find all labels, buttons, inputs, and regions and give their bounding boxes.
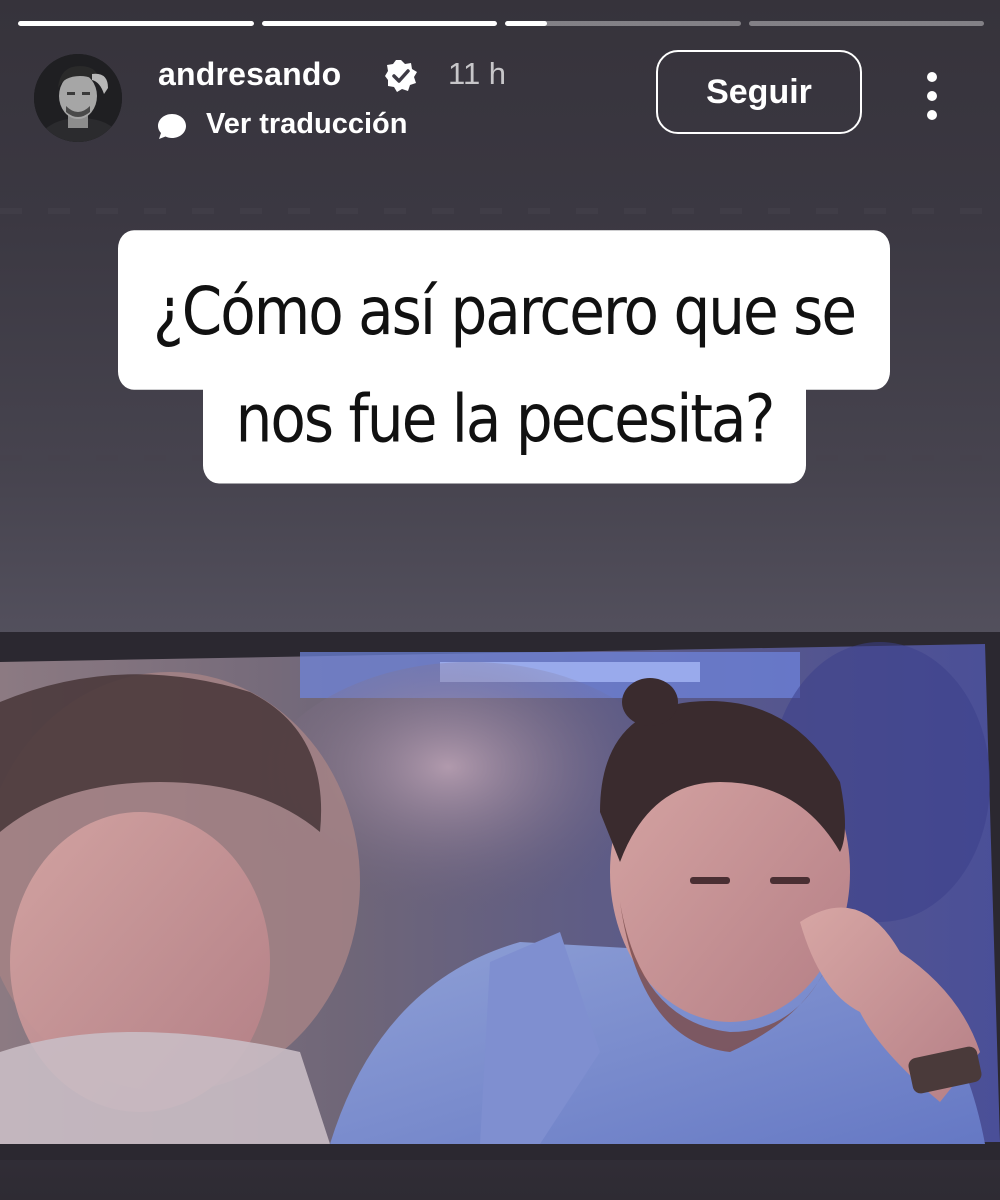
- menu-dot: [927, 110, 937, 120]
- story-progress-bar: [18, 21, 984, 26]
- menu-dot: [927, 91, 937, 101]
- story-viewer[interactable]: andresando 11 h Ver traducción Seguir ¿C…: [0, 0, 1000, 1200]
- progress-segment: [261, 21, 497, 26]
- progress-segment: [18, 21, 254, 26]
- more-vertical-icon[interactable]: [920, 72, 944, 120]
- progress-segment: [505, 21, 741, 26]
- follow-button[interactable]: Seguir: [656, 50, 862, 134]
- story-header: andresando 11 h Ver traducción Seguir: [34, 50, 974, 145]
- background-artifact: [0, 208, 1000, 214]
- story-photo: [0, 632, 1000, 1160]
- caption-line: nos fue la pecesita?: [203, 360, 806, 484]
- progress-segment: [748, 21, 984, 26]
- see-translation-link[interactable]: Ver traducción: [206, 108, 407, 141]
- translate-bubble-icon: [158, 114, 186, 139]
- avatar[interactable]: [34, 54, 122, 142]
- username[interactable]: andresando: [158, 56, 341, 93]
- post-time: 11 h: [448, 56, 507, 91]
- menu-dot: [927, 72, 937, 82]
- verified-badge-icon: [385, 60, 417, 92]
